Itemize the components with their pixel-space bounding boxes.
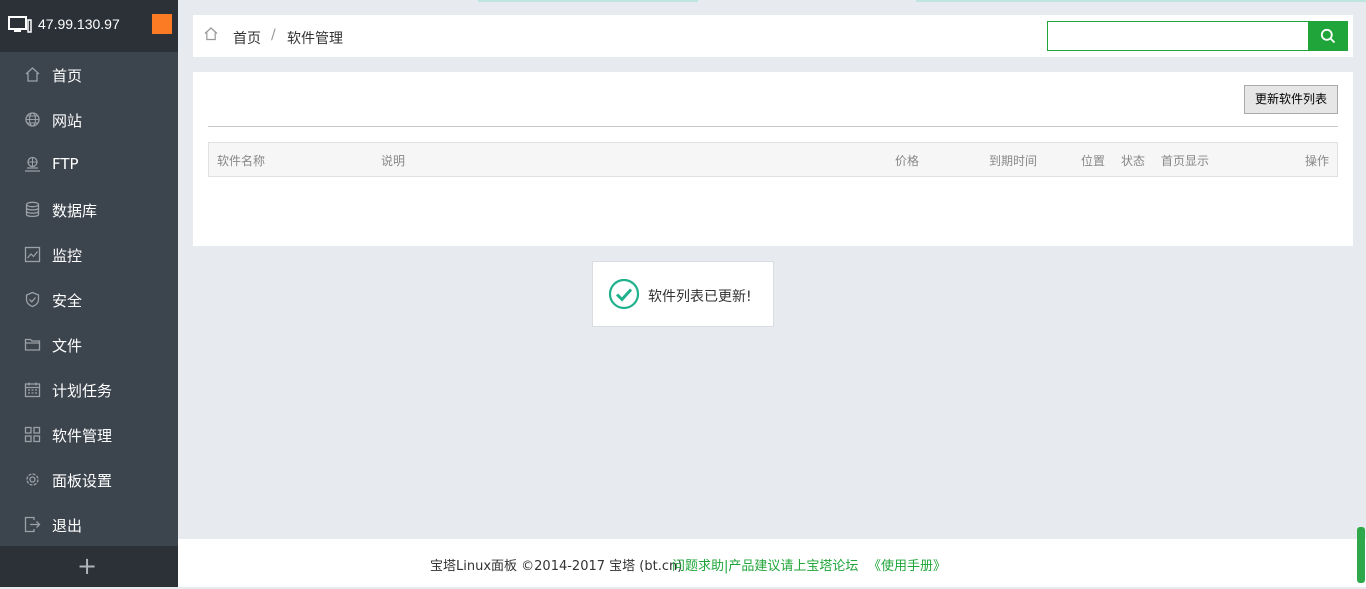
sidebar-item-logout[interactable]: 退出 <box>0 502 178 547</box>
column-header-name: 软件名称 <box>217 154 266 168</box>
scrollbar-thumb[interactable] <box>1357 527 1365 583</box>
top-border <box>0 0 1366 2</box>
server-header: 47.99.130.97 <box>0 0 178 52</box>
column-header-location: 位置 <box>1081 154 1106 168</box>
database-icon <box>24 201 41 218</box>
update-software-list-button[interactable]: 更新软件列表 <box>1244 85 1338 114</box>
globe-icon <box>24 111 41 128</box>
grid-icon <box>24 426 41 443</box>
sidebar-item-monitor[interactable]: 监控 <box>0 232 178 277</box>
sidebar-item-security[interactable]: 安全 <box>0 277 178 322</box>
sidebar-item-label: 面板设置 <box>52 472 113 490</box>
toast-message: 软件列表已更新! <box>648 289 752 305</box>
software-panel: 更新软件列表 软件名称 说明 价格 到期时间 位置 状态 首页显示 操作 <box>193 72 1353 246</box>
calendar-icon <box>24 381 41 398</box>
search-input[interactable] <box>1048 22 1308 50</box>
breadcrumb-bar: 首页 / 软件管理 <box>193 15 1353 57</box>
sidebar-item-database[interactable]: 数据库 <box>0 187 178 232</box>
logout-icon <box>24 516 41 533</box>
sidebar-item-label: 软件管理 <box>52 427 113 445</box>
monitor-chart-icon <box>24 246 41 263</box>
column-header-expire: 到期时间 <box>989 154 1038 168</box>
table-header: 软件名称 说明 价格 到期时间 位置 状态 首页显示 操作 <box>208 142 1338 177</box>
sidebar-item-files[interactable]: 文件 <box>0 322 178 367</box>
gear-icon <box>24 471 41 488</box>
column-header-homepage: 首页显示 <box>1161 154 1210 168</box>
breadcrumb-separator: / <box>271 27 276 43</box>
column-header-description: 说明 <box>381 154 406 168</box>
sidebar-item-label: 退出 <box>52 517 83 535</box>
sidebar-item-label: 首页 <box>52 67 83 85</box>
sidebar-footer: + <box>0 546 178 587</box>
breadcrumb-home[interactable]: 首页 <box>233 28 261 48</box>
status-badge[interactable] <box>152 14 172 34</box>
sidebar-item-label: 数据库 <box>52 202 98 220</box>
home-icon[interactable] <box>203 26 219 42</box>
folder-icon <box>24 336 41 353</box>
search-icon <box>1320 28 1336 44</box>
sidebar-item-label: 安全 <box>52 292 83 310</box>
search-button[interactable] <box>1308 21 1348 51</box>
manual-link[interactable]: 《使用手册》 <box>868 555 946 574</box>
home-icon <box>24 66 41 83</box>
breadcrumb-current: 软件管理 <box>287 31 343 47</box>
sidebar-menu: 首页 网站 FTP 数据库 监控 安全 文件 计划任务 软件管理 面板设置 退出 <box>0 52 178 547</box>
sidebar-item-label: FTP <box>52 155 79 173</box>
sidebar-item-label: 计划任务 <box>52 382 113 400</box>
column-header-actions: 操作 <box>1305 154 1330 168</box>
check-circle-icon <box>608 278 640 310</box>
add-button[interactable]: + <box>77 552 97 580</box>
column-header-price: 价格 <box>895 154 920 168</box>
sidebar-item-software[interactable]: 软件管理 <box>0 412 178 457</box>
sidebar-item-settings[interactable]: 面板设置 <box>0 457 178 502</box>
sidebar-item-label: 监控 <box>52 247 83 265</box>
monitor-icon <box>8 16 32 34</box>
sidebar-item-website[interactable]: 网站 <box>0 97 178 142</box>
ftp-icon <box>24 156 41 173</box>
sidebar-item-ftp[interactable]: FTP <box>0 142 178 187</box>
footer: 宝塔Linux面板 ©2014-2017 宝塔 (bt.cn) 问题求助|产品建… <box>178 539 1366 587</box>
search-box <box>1047 21 1309 51</box>
sidebar-item-label: 网站 <box>52 112 83 130</box>
success-toast: 软件列表已更新! <box>592 261 774 327</box>
sidebar-item-label: 文件 <box>52 337 83 355</box>
server-ip: 47.99.130.97 <box>38 16 120 32</box>
forum-link[interactable]: 问题求助|产品建议请上宝塔论坛 <box>672 555 858 574</box>
shield-icon <box>24 291 41 308</box>
sidebar: 47.99.130.97 首页 网站 FTP 数据库 监控 安全 文件 计划任务… <box>0 0 178 587</box>
sidebar-item-cron[interactable]: 计划任务 <box>0 367 178 412</box>
sidebar-item-home[interactable]: 首页 <box>0 52 178 97</box>
copyright-text: 宝塔Linux面板 ©2014-2017 宝塔 (bt.cn) <box>430 559 683 574</box>
divider <box>208 126 1338 127</box>
column-header-status: 状态 <box>1121 154 1146 168</box>
